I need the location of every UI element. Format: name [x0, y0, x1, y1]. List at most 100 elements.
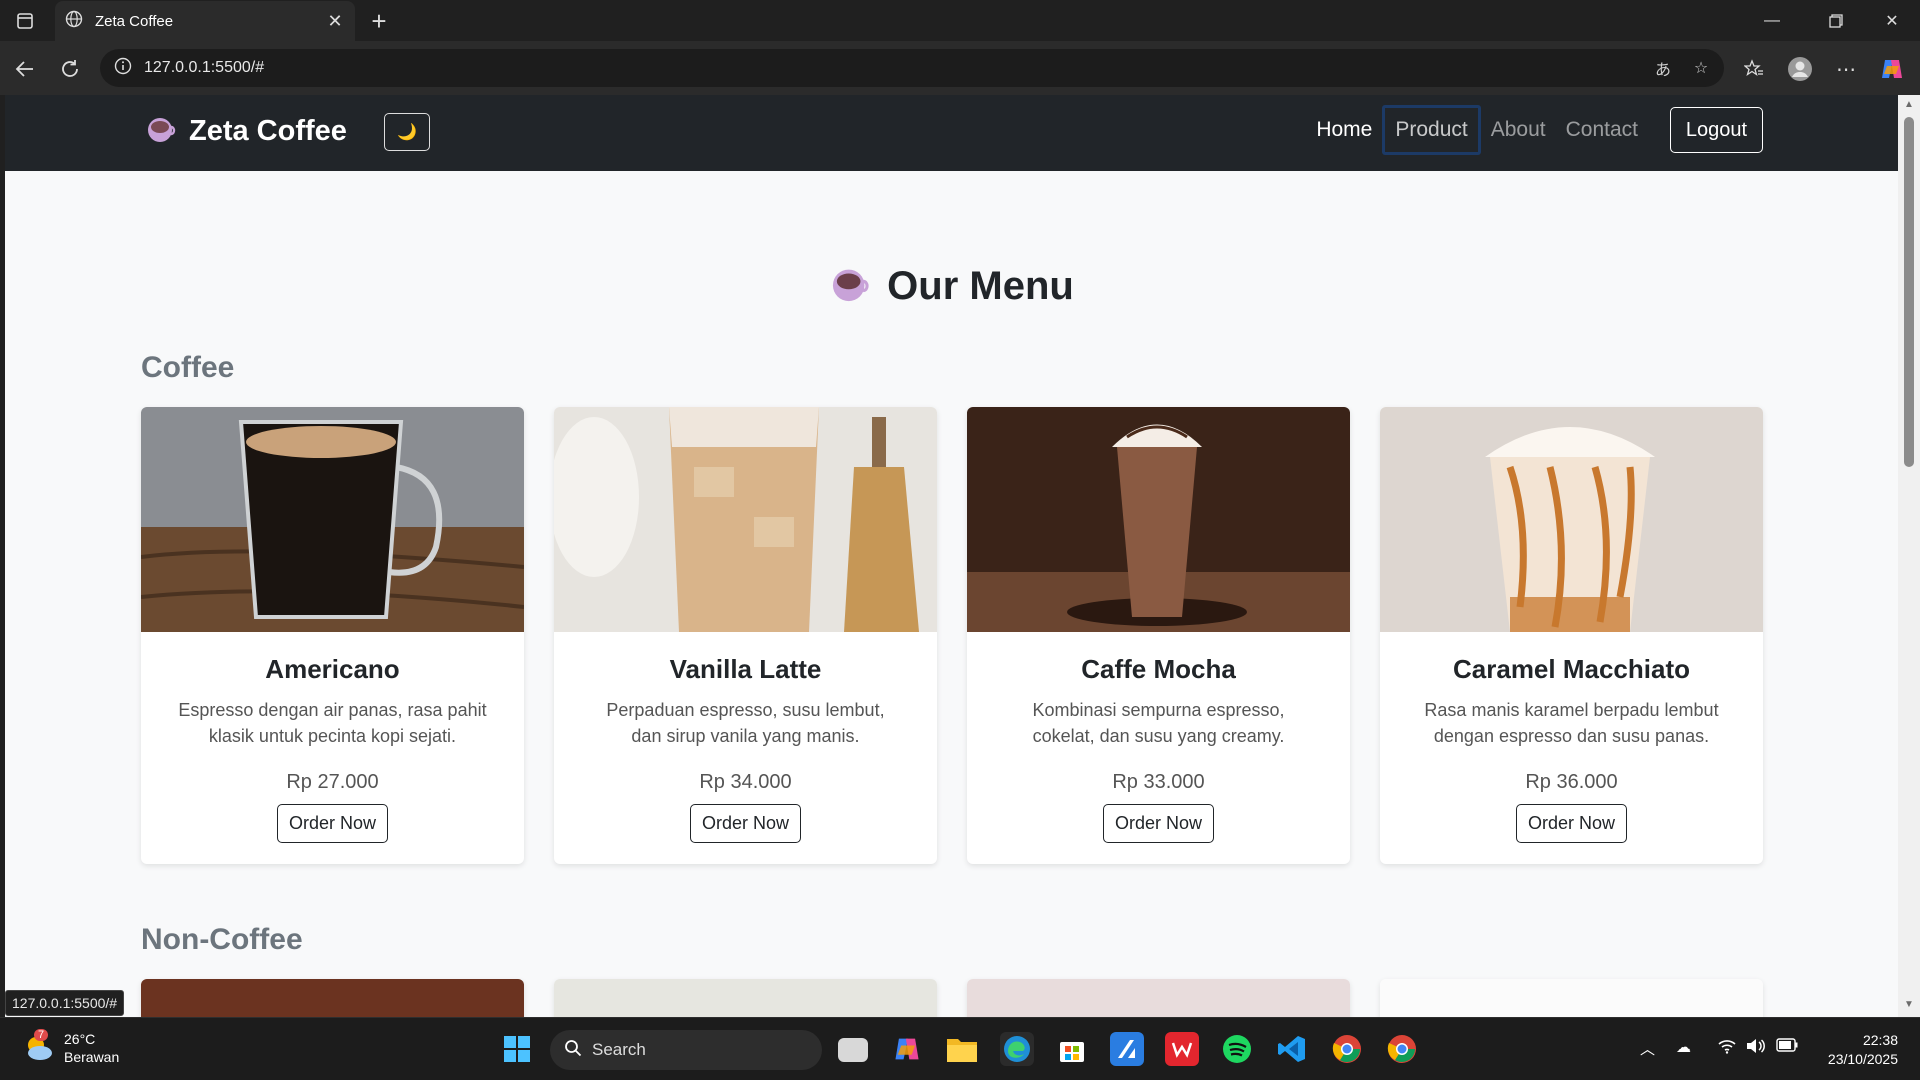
product-card [554, 979, 937, 1017]
order-now-button[interactable]: Order Now [689, 804, 802, 843]
weather-temp: 26°C [64, 1031, 96, 1047]
site-info-icon[interactable] [114, 57, 132, 80]
tab-title: Zeta Coffee [95, 12, 174, 30]
nav-about[interactable]: About [1481, 108, 1556, 152]
address-bar[interactable]: 127.0.0.1:5500/# あ ☆ [100, 49, 1724, 87]
vscode-icon[interactable] [1275, 1032, 1309, 1066]
page-scrollbar[interactable]: ▲ ▼ [1898, 95, 1920, 1017]
restore-icon[interactable] [1808, 0, 1864, 41]
theme-toggle-button[interactable]: 🌙 [384, 113, 430, 151]
copilot-icon[interactable] [1876, 53, 1908, 85]
scroll-thumb[interactable] [1904, 117, 1914, 467]
show-hidden-icons[interactable]: ︿ [1640, 1038, 1655, 1059]
product-price: Rp 36.000 [1525, 771, 1618, 793]
link-status-tooltip: 127.0.0.1:5500/# [5, 990, 125, 1016]
app-icon[interactable] [1110, 1032, 1144, 1066]
caramel-macchiato-image [1380, 407, 1763, 632]
volume-icon[interactable] [1746, 1038, 1766, 1058]
scroll-up-icon[interactable]: ▲ [1902, 99, 1916, 113]
product-price: Rp 34.000 [699, 771, 792, 793]
file-explorer-icon[interactable] [945, 1032, 979, 1066]
taskbar-search[interactable]: Search [550, 1030, 822, 1070]
product-image [141, 979, 524, 1017]
new-tab-button[interactable]: + [364, 6, 394, 36]
scroll-down-icon[interactable]: ▼ [1902, 999, 1916, 1013]
browser-toolbar: 127.0.0.1:5500/# あ ☆ ⋯ [0, 41, 1920, 95]
nav-contact[interactable]: Contact [1556, 108, 1648, 152]
product-price: Rp 27.000 [286, 771, 379, 793]
brand[interactable]: Zeta Coffee [145, 113, 347, 150]
favorite-star-icon[interactable]: ☆ [1686, 53, 1716, 83]
profile-avatar-icon[interactable] [1784, 53, 1816, 85]
copilot-app-icon[interactable] [890, 1032, 924, 1066]
coffee-cup-icon [829, 263, 871, 310]
product-card [1380, 979, 1763, 1017]
weather-desc: Berawan [64, 1049, 120, 1065]
site-navbar: Zeta Coffee 🌙 Home Product About Contact… [5, 95, 1898, 171]
clock-time: 22:38 [1862, 1032, 1898, 1048]
browser-tabbar: Zeta Coffee ✕ + — ✕ [0, 0, 1920, 41]
globe-icon [65, 10, 83, 33]
task-view-icon[interactable] [838, 1038, 868, 1062]
product-description: Rasa manis karamel berpadu lembut dengan… [1424, 700, 1719, 746]
read-aloud-icon[interactable]: あ [1648, 53, 1678, 83]
product-image [967, 979, 1350, 1017]
wifi-icon[interactable] [1718, 1038, 1736, 1058]
back-icon[interactable] [10, 54, 40, 84]
edge-browser-icon[interactable] [1000, 1032, 1034, 1066]
favorites-icon[interactable] [1738, 53, 1770, 85]
logout-button[interactable]: Logout [1669, 107, 1763, 153]
chrome-icon[interactable] [1330, 1032, 1364, 1066]
product-description: Kombinasi sempurna espresso, cokelat, da… [1032, 700, 1285, 746]
search-icon [564, 1039, 582, 1062]
product-image [554, 979, 937, 1017]
spotify-icon[interactable] [1220, 1032, 1254, 1066]
windows-start-icon[interactable] [500, 1032, 534, 1066]
more-options-icon[interactable]: ⋯ [1830, 53, 1862, 85]
product-description: Perpaduan espresso, susu lembut, dan sir… [606, 700, 885, 746]
product-name: Americano [265, 654, 400, 684]
product-name: Caffe Mocha [1081, 654, 1236, 684]
clock-date: 23/10/2025 [1827, 1051, 1898, 1067]
product-image [1380, 979, 1763, 1017]
reload-icon[interactable] [55, 54, 85, 84]
coffee-cup-icon [145, 113, 177, 150]
vanilla-latte-image [554, 407, 937, 632]
page-title: Our Menu [887, 264, 1074, 308]
nav-home[interactable]: Home [1306, 108, 1382, 152]
url-text[interactable]: 127.0.0.1:5500/# [144, 59, 1648, 77]
close-tab-icon[interactable]: ✕ [325, 11, 345, 31]
product-card: Caramel Macchiato Rasa manis karamel ber… [1380, 407, 1763, 864]
onedrive-icon[interactable]: ☁ [1676, 1038, 1691, 1056]
product-card [141, 979, 524, 1017]
browser-tab[interactable]: Zeta Coffee ✕ [55, 1, 355, 41]
menu-heading: Our Menu [5, 263, 1898, 310]
moon-icon: 🌙 [397, 124, 417, 141]
product-description: Espresso dengan air panas, rasa pahit kl… [178, 700, 487, 746]
order-now-button[interactable]: Order Now [276, 804, 389, 843]
product-card: Americano Espresso dengan air panas, ras… [141, 407, 524, 864]
close-window-icon[interactable]: ✕ [1864, 0, 1920, 41]
taskbar: 7 26°C Berawan Search ︿ ☁ 22:38 23/10/20… [0, 1017, 1920, 1080]
minimize-icon[interactable]: — [1744, 0, 1800, 41]
taskbar-clock[interactable]: 22:38 23/10/2025 [1828, 1031, 1898, 1069]
americano-image [141, 407, 524, 632]
wps-office-icon[interactable] [1165, 1032, 1199, 1066]
battery-icon[interactable] [1776, 1038, 1798, 1056]
chrome-profile-icon[interactable] [1385, 1032, 1419, 1066]
weather-icon: 7 [22, 1029, 56, 1063]
microsoft-store-icon[interactable] [1055, 1032, 1089, 1066]
product-card: Caffe Mocha Kombinasi sempurna espresso,… [967, 407, 1350, 864]
page-viewport: Zeta Coffee 🌙 Home Product About Contact… [5, 95, 1898, 1017]
caffe-mocha-image [967, 407, 1350, 632]
tab-actions-icon[interactable] [12, 8, 38, 34]
order-now-button[interactable]: Order Now [1515, 804, 1628, 843]
product-card [967, 979, 1350, 1017]
section-title-coffee: Coffee [141, 351, 235, 384]
weather-badge: 7 [34, 1029, 49, 1041]
weather-widget[interactable]: 7 26°C Berawan [22, 1029, 120, 1066]
product-card: Vanilla Latte Perpaduan espresso, susu l… [554, 407, 937, 864]
order-now-button[interactable]: Order Now [1102, 804, 1215, 843]
product-name: Caramel Macchiato [1453, 654, 1690, 684]
nav-product[interactable]: Product [1382, 105, 1481, 155]
